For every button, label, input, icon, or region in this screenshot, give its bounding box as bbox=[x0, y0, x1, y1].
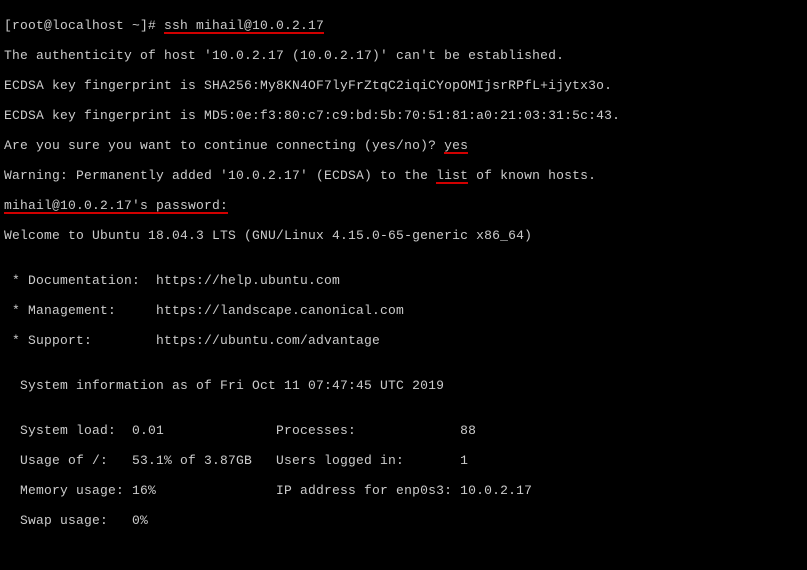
password-prompt: mihail@10.0.2.17's password: bbox=[4, 198, 803, 213]
sysinfo-row-1: System load: 0.01 Processes: 88 bbox=[4, 423, 803, 438]
prompt-line-1: [root@localhost ~]# ssh mihail@10.0.2.17 bbox=[4, 18, 803, 33]
welcome-banner: Welcome to Ubuntu 18.04.3 LTS (GNU/Linux… bbox=[4, 228, 803, 243]
shell-prompt: [root@localhost ~]# bbox=[4, 18, 164, 33]
mgmt-link: * Management: https://landscape.canonica… bbox=[4, 303, 803, 318]
warn-part-c: of known hosts. bbox=[468, 168, 596, 183]
confirm-answer: yes bbox=[444, 138, 468, 153]
doc-link: * Documentation: https://help.ubuntu.com bbox=[4, 273, 803, 288]
host-authenticity: The authenticity of host '10.0.2.17 (10.… bbox=[4, 48, 803, 63]
confirm-question: Are you sure you want to continue connec… bbox=[4, 138, 444, 153]
terminal-window[interactable]: [root@localhost ~]# ssh mihail@10.0.2.17… bbox=[0, 0, 807, 570]
support-link: * Support: https://ubuntu.com/advantage bbox=[4, 333, 803, 348]
sysinfo-row-4: Swap usage: 0% bbox=[4, 513, 803, 528]
confirm-connect: Are you sure you want to continue connec… bbox=[4, 138, 803, 153]
sysinfo-row-2: Usage of /: 53.1% of 3.87GB Users logged… bbox=[4, 453, 803, 468]
warn-part-a: Warning: Permanently added '10.0.2.17' (… bbox=[4, 168, 436, 183]
password-prompt-text: mihail@10.0.2.17's password: bbox=[4, 198, 228, 213]
sysinfo-row-3: Memory usage: 16% IP address for enp0s3:… bbox=[4, 483, 803, 498]
fingerprint-md5: ECDSA key fingerprint is MD5:0e:f3:80:c7… bbox=[4, 108, 803, 123]
fingerprint-sha256: ECDSA key fingerprint is SHA256:My8KN4OF… bbox=[4, 78, 803, 93]
perm-added-warning: Warning: Permanently added '10.0.2.17' (… bbox=[4, 168, 803, 183]
sysinfo-header: System information as of Fri Oct 11 07:4… bbox=[4, 378, 803, 393]
warn-list-word: list bbox=[436, 168, 468, 183]
ssh-command: ssh mihail@10.0.2.17 bbox=[164, 18, 324, 33]
